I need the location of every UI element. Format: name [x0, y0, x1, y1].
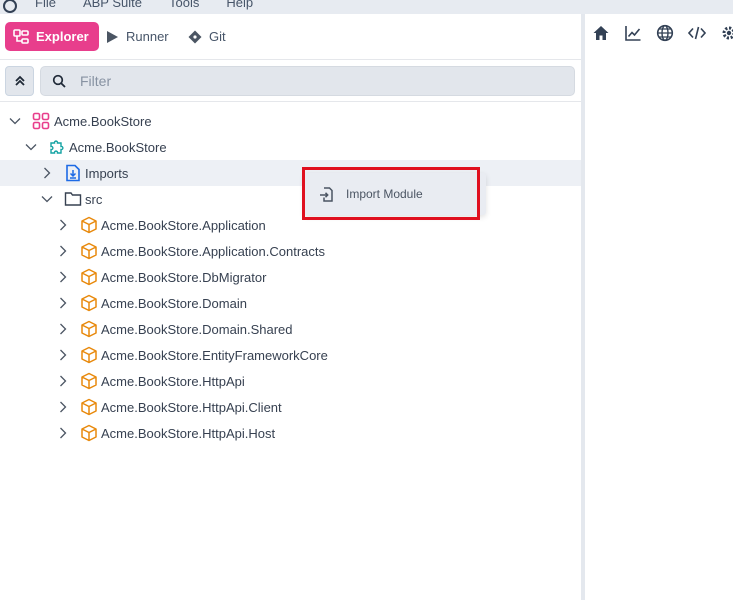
- menu-help[interactable]: Help: [226, 0, 253, 10]
- explorer-tab[interactable]: Explorer: [5, 22, 99, 51]
- chevron-right-icon[interactable]: [57, 323, 69, 335]
- runner-tab[interactable]: Runner: [106, 22, 169, 51]
- import-module-menu-item[interactable]: Import Module: [346, 187, 423, 201]
- tree-node-label: Acme.BookStore.Application: [101, 217, 266, 233]
- panel-toolbar: Explorer Runner Git: [0, 14, 581, 60]
- explorer-panel: Explorer Runner Git Filter Acme.BookStor…: [0, 14, 581, 600]
- tree-node-imports[interactable]: Imports: [0, 160, 581, 186]
- tree-node-label: Acme.BookStore.Domain.Shared: [101, 321, 293, 337]
- editor-panel: [585, 14, 733, 600]
- project-box-icon: [81, 320, 97, 338]
- puzzle-icon: [50, 140, 64, 154]
- tree-node-src[interactable]: src: [0, 186, 581, 212]
- tree-node-project[interactable]: Acme.BookStore.EntityFrameworkCore: [0, 342, 581, 368]
- project-box-icon: [81, 242, 97, 260]
- tree-node-label: Acme.BookStore.Domain: [101, 295, 247, 311]
- filter-box: [40, 66, 575, 96]
- git-tab[interactable]: Git: [188, 22, 226, 51]
- imports-icon: [66, 164, 80, 182]
- chevron-right-icon[interactable]: [57, 219, 69, 231]
- tree-node-label: Acme.BookStore.EntityFrameworkCore: [101, 347, 328, 363]
- git-icon: [188, 30, 202, 43]
- explorer-tab-label: Explorer: [36, 29, 89, 44]
- runner-tab-label: Runner: [126, 29, 169, 44]
- tree-node-project[interactable]: Acme.BookStore.Application: [0, 212, 581, 238]
- menu-file[interactable]: File: [35, 0, 56, 10]
- chevron-right-icon[interactable]: [57, 375, 69, 387]
- tree-node-project[interactable]: Acme.BookStore.Domain: [0, 290, 581, 316]
- project-box-icon: [81, 372, 97, 390]
- menu-bar: File ABP Suite Tools Help: [0, 0, 733, 14]
- gear-icon[interactable]: [713, 24, 733, 42]
- tree-node-label: Acme.BookStore.HttpApi.Host: [101, 425, 276, 441]
- project-box-icon: [81, 346, 97, 364]
- tree-node-label: Acme.BookStore.HttpApi.Client: [101, 399, 282, 415]
- tree-node-label: Acme.BookStore.DbMigrator: [101, 269, 267, 285]
- menu-abp-suite[interactable]: ABP Suite: [83, 0, 142, 10]
- tree-node-label: Acme.BookStore: [69, 139, 167, 155]
- filter-row: [0, 60, 581, 102]
- tree-node-project[interactable]: Acme.BookStore.Application.Contracts: [0, 238, 581, 264]
- tree-node-solution[interactable]: Acme.BookStore: [0, 108, 581, 134]
- home-icon[interactable]: [585, 24, 617, 42]
- tree-node-project[interactable]: Acme.BookStore.HttpApi: [0, 368, 581, 394]
- folder-icon: [64, 192, 82, 206]
- project-box-icon: [81, 424, 97, 442]
- code-icon[interactable]: [681, 24, 713, 42]
- filter-input[interactable]: [80, 73, 540, 89]
- chevron-down-icon[interactable]: [41, 193, 53, 205]
- project-box-icon: [81, 294, 97, 312]
- chevron-right-icon[interactable]: [57, 245, 69, 257]
- project-box-icon: [81, 216, 97, 234]
- solution-tree: Acme.BookStore Acme.BookStore Imports sr…: [0, 108, 581, 446]
- git-tab-label: Git: [209, 29, 226, 44]
- globe-icon[interactable]: [649, 24, 681, 42]
- chevron-right-icon[interactable]: [57, 271, 69, 283]
- tree-node-label: src: [85, 191, 103, 207]
- chart-icon[interactable]: [617, 24, 649, 42]
- chevron-right-icon[interactable]: [57, 401, 69, 413]
- right-toolbar: [585, 24, 733, 42]
- solution-icon: [32, 112, 50, 130]
- app-logo-icon: [3, 0, 17, 13]
- chevron-down-icon[interactable]: [25, 141, 37, 153]
- chevron-right-icon[interactable]: [57, 349, 69, 361]
- collapse-all-button[interactable]: [5, 66, 34, 96]
- chevron-down-icon[interactable]: [9, 115, 21, 127]
- context-menu: Import Module: [304, 173, 486, 215]
- tree-node-label: Acme.BookStore: [54, 113, 152, 129]
- tree-node-label: Acme.BookStore.HttpApi: [101, 373, 245, 389]
- project-box-icon: [81, 268, 97, 286]
- project-box-icon: [81, 398, 97, 416]
- menu-tools[interactable]: Tools: [169, 0, 199, 10]
- tree-node-module[interactable]: Acme.BookStore: [0, 134, 581, 160]
- search-icon: [52, 74, 66, 88]
- double-chevron-up-icon: [14, 75, 25, 86]
- tree-node-label: Imports: [85, 165, 129, 181]
- tree-node-project[interactable]: Acme.BookStore.HttpApi.Client: [0, 394, 581, 420]
- chevron-right-icon[interactable]: [57, 427, 69, 439]
- chevron-right-icon[interactable]: [57, 297, 69, 309]
- tree-node-project[interactable]: Acme.BookStore.DbMigrator: [0, 264, 581, 290]
- tree-node-project[interactable]: Acme.BookStore.Domain.Shared: [0, 316, 581, 342]
- play-icon: [107, 30, 118, 43]
- tree-node-project[interactable]: Acme.BookStore.HttpApi.Host: [0, 420, 581, 446]
- tree-node-label: Acme.BookStore.Application.Contracts: [101, 243, 325, 259]
- explorer-icon: [13, 28, 29, 44]
- import-module-icon: [320, 186, 333, 202]
- chevron-right-icon[interactable]: [41, 167, 53, 179]
